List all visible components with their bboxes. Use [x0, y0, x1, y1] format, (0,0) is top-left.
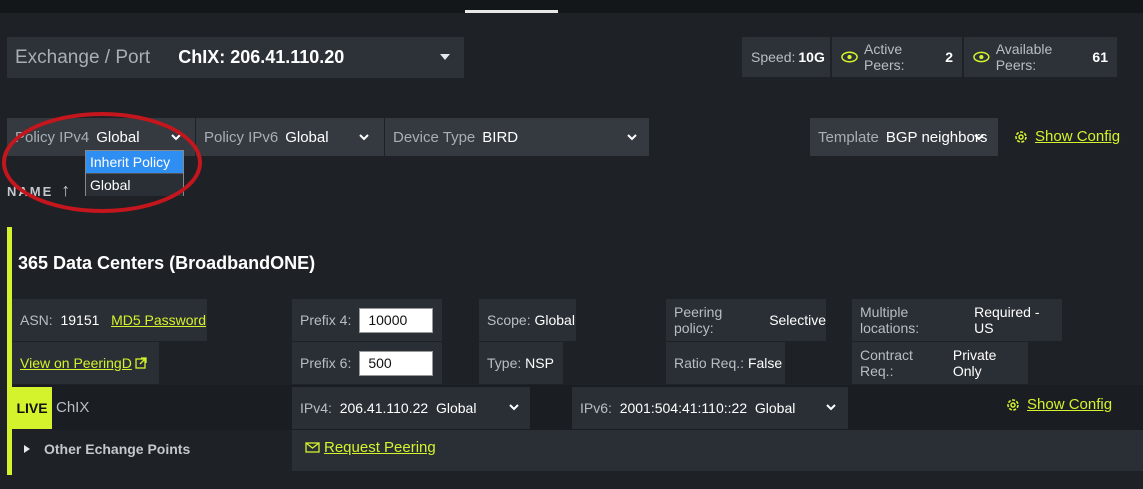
policy-ipv4-value: Global: [96, 128, 140, 146]
eye-icon: [841, 51, 858, 63]
prefix4-label: Prefix 4:: [300, 312, 352, 328]
policy-ipv4-label: Policy IPv4: [15, 128, 90, 146]
asn-label: ASN:: [20, 312, 53, 328]
ipv6-value: 2001:504:41:110::22: [619, 400, 748, 416]
envelope-icon: [305, 442, 320, 453]
ipv4-policy-select[interactable]: IPv4: 206.41.110.22 Global: [292, 387, 530, 429]
chevron-down-icon: [509, 404, 519, 411]
exchange-name: ChIX: [56, 399, 90, 416]
peer-name: 365 Data Centers (BroadbandONE): [18, 253, 316, 273]
type-value: NSP: [525, 355, 554, 371]
gear-icon: [1007, 398, 1019, 411]
peering-policy-value: Selective: [769, 312, 826, 328]
asn-value: 19151: [60, 312, 100, 328]
ipv6-policy-select[interactable]: IPv6: 2001:504:41:110::22 Global: [572, 387, 848, 429]
available-peers-value: 61: [1092, 49, 1108, 65]
template-value: BGP neighbors: [885, 128, 988, 146]
ipv4-policy-value: Global: [435, 400, 477, 416]
ipv4-label: IPv4:: [300, 400, 332, 416]
multiple-locations-label: Multiple locations:: [860, 304, 920, 336]
ratio-label: Ratio Req.:: [674, 355, 745, 371]
asn-cell: ASN: 19151 MD5 Password: [12, 299, 207, 341]
peeringdb-cell: View on PeeringD: [12, 342, 159, 384]
policy-ipv6-label: Policy IPv6: [204, 128, 279, 146]
type-label: Type:: [487, 355, 522, 371]
other-exchange-points-toggle[interactable]: Other Echange Points: [24, 441, 190, 457]
exchange-port-label: Exchange / Port: [15, 46, 151, 68]
template-label: Template: [818, 128, 879, 146]
contract-value: Private Only: [952, 347, 997, 379]
policy-ipv4-dropdown-list: Inherit Policy Global: [85, 150, 184, 196]
device-type-value: BIRD: [482, 128, 519, 146]
exchange-port-select[interactable]: Exchange / Port ChIX: 206.41.110.20: [7, 37, 464, 78]
dropdown-option-inherit-policy[interactable]: Inherit Policy: [86, 151, 183, 173]
row-show-config-link[interactable]: Show Config: [1005, 396, 1112, 413]
ipv6-policy-value: Global: [754, 400, 796, 416]
exchange-port-value: ChIX: 206.41.110.20: [178, 47, 345, 67]
active-tab-indicator: [465, 10, 558, 13]
chevron-down-icon: [826, 404, 836, 411]
external-link-icon: [135, 357, 147, 369]
ipv4-value: 206.41.110.22: [339, 400, 429, 416]
request-peering-label: Request Peering: [324, 439, 436, 456]
scope-label: Scope:: [487, 312, 531, 328]
other-exchange-points-label: Other Echange Points: [44, 441, 191, 457]
type-cell: Type: NSP: [479, 342, 563, 384]
contract-label: Contract Req.:: [860, 347, 913, 379]
dropdown-option-global[interactable]: Global: [86, 173, 183, 196]
peering-policy-cell: Peering policy: Selective: [666, 299, 826, 341]
prefix6-input[interactable]: 500: [359, 350, 434, 376]
prefix4-input[interactable]: 10000: [359, 307, 434, 333]
available-peers-stat[interactable]: Available Peers: 61: [964, 37, 1117, 77]
caret-down-icon: [440, 54, 450, 60]
multiple-locations-cell: Multiple locations: Required - US: [852, 299, 1062, 341]
chevron-down-icon: [359, 134, 369, 141]
sort-arrow-up-icon: ↑: [61, 180, 71, 200]
scope-cell: Scope: Global: [479, 299, 576, 341]
md5-password-link[interactable]: MD5 Password: [111, 312, 206, 328]
show-config-label: Show Config: [1035, 128, 1121, 145]
gear-icon: [1015, 130, 1027, 143]
ipv6-label: IPv6:: [580, 400, 612, 416]
caret-right-icon: [24, 445, 30, 453]
contract-cell: Contract Req.: Private Only: [852, 342, 1028, 384]
policy-ipv6-select[interactable]: Policy IPv6 Global: [196, 118, 384, 156]
speed-value: 10G: [798, 49, 825, 65]
available-peers-label: Available Peers:: [995, 41, 1053, 73]
device-type-label: Device Type: [393, 128, 476, 146]
chevron-down-icon: [171, 134, 181, 141]
peering-policy-label: Peering policy:: [674, 304, 723, 336]
chevron-down-icon: [974, 134, 984, 141]
chevron-down-icon: [627, 134, 637, 141]
active-peers-stat[interactable]: Active Peers: 2: [832, 37, 962, 77]
ratio-cell: Ratio Req.: False: [666, 342, 785, 384]
eye-icon: [973, 51, 990, 63]
view-on-peeringdb-link[interactable]: View on PeeringD: [20, 355, 132, 371]
row-show-config-label: Show Config: [1027, 396, 1113, 413]
template-select[interactable]: Template BGP neighbors: [810, 118, 998, 156]
policy-ipv6-value: Global: [285, 128, 329, 146]
live-badge: LIVE: [12, 387, 52, 429]
scope-value: Global: [534, 312, 575, 328]
prefix6-cell: Prefix 6: 500: [292, 342, 442, 384]
prefix4-cell: Prefix 4: 10000: [292, 299, 442, 341]
speed-stat: Speed: 10G: [742, 37, 830, 77]
name-sort-header[interactable]: NAME ↑: [7, 180, 70, 201]
multiple-locations-value: Required - US: [974, 304, 1040, 336]
prefix6-label: Prefix 6:: [300, 355, 352, 371]
name-header-label: NAME: [7, 184, 54, 199]
speed-label: Speed:: [751, 49, 796, 65]
top-tab-strip: [0, 0, 1143, 13]
active-peers-label: Active Peers:: [864, 41, 905, 73]
active-peers-value: 2: [945, 49, 953, 65]
ratio-value: False: [747, 355, 783, 371]
device-type-select[interactable]: Device Type BIRD: [385, 118, 649, 156]
show-config-link[interactable]: Show Config: [1013, 128, 1120, 145]
request-peering-link[interactable]: Request Peering: [305, 439, 436, 456]
